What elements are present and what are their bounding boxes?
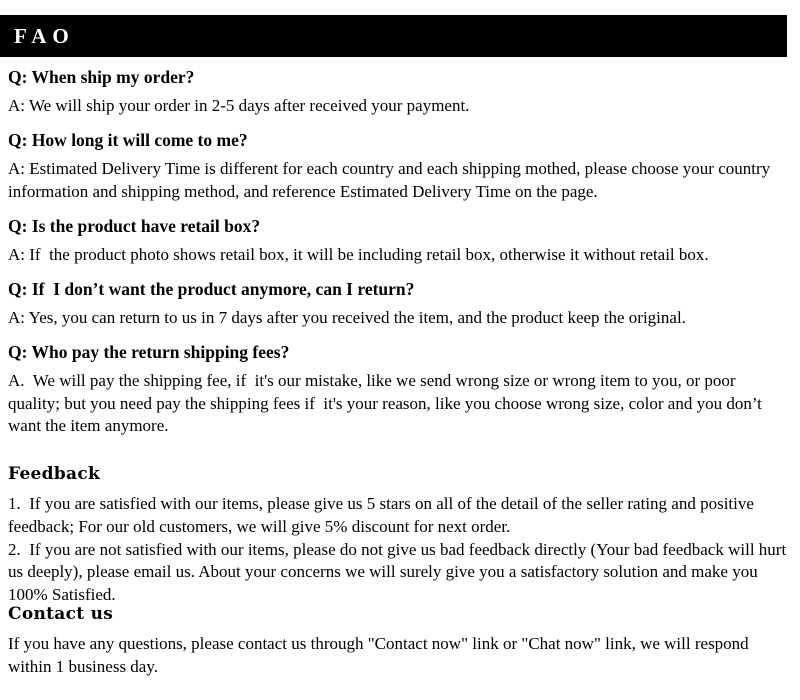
faq-question: Q: Who pay the return shipping fees? (8, 341, 290, 362)
page-title: FAO (14, 23, 75, 48)
contact-section: Contact us If you have any questions, pl… (8, 604, 792, 679)
feedback-item: 1. If you are satisfied with our items, … (8, 494, 759, 536)
faq-header-bar: FAO (0, 15, 787, 57)
contact-heading: Contact us (8, 604, 114, 624)
feedback-item: 2. If you are not satisfied with our ite… (8, 539, 791, 604)
contact-text: If you have any questions, please contac… (8, 634, 753, 676)
faq-list: Q: When ship my order? A: We will ship y… (8, 66, 792, 449)
faq-answer: A: If the product photo shows retail box… (8, 245, 709, 264)
feedback-heading: Feedback (8, 464, 101, 484)
faq-answer: A. We will pay the shipping fee, if it's… (8, 371, 767, 436)
faq-question: Q: When ship my order? (8, 67, 195, 87)
faq-item: Q: Is the product have retail box? A: If… (8, 215, 792, 267)
faq-question: Q: Is the product have retail box? (8, 215, 261, 236)
feedback-section: Feedback 1. If you are satisfied with ou… (8, 464, 792, 606)
faq-page: FAO Q: When ship my order? A: We will sh… (0, 0, 800, 700)
faq-question: Q: How long it will come to me? (8, 130, 248, 150)
faq-answer: A: We will ship your order in 2-5 days a… (8, 96, 470, 116)
faq-item: Q: Who pay the return shipping fees? A. … (8, 341, 792, 438)
faq-item: Q: How long it will come to me? A: Estim… (8, 129, 792, 204)
faq-item: Q: When ship my order? A: We will ship y… (8, 66, 792, 118)
faq-answer: A: Yes, you can return to us in 7 days a… (8, 308, 686, 327)
faq-question: Q: If I don’t want the product anymore, … (8, 278, 415, 299)
faq-answer: A: Estimated Delivery Time is different … (8, 159, 775, 201)
faq-item: Q: If I don’t want the product anymore, … (8, 278, 792, 330)
